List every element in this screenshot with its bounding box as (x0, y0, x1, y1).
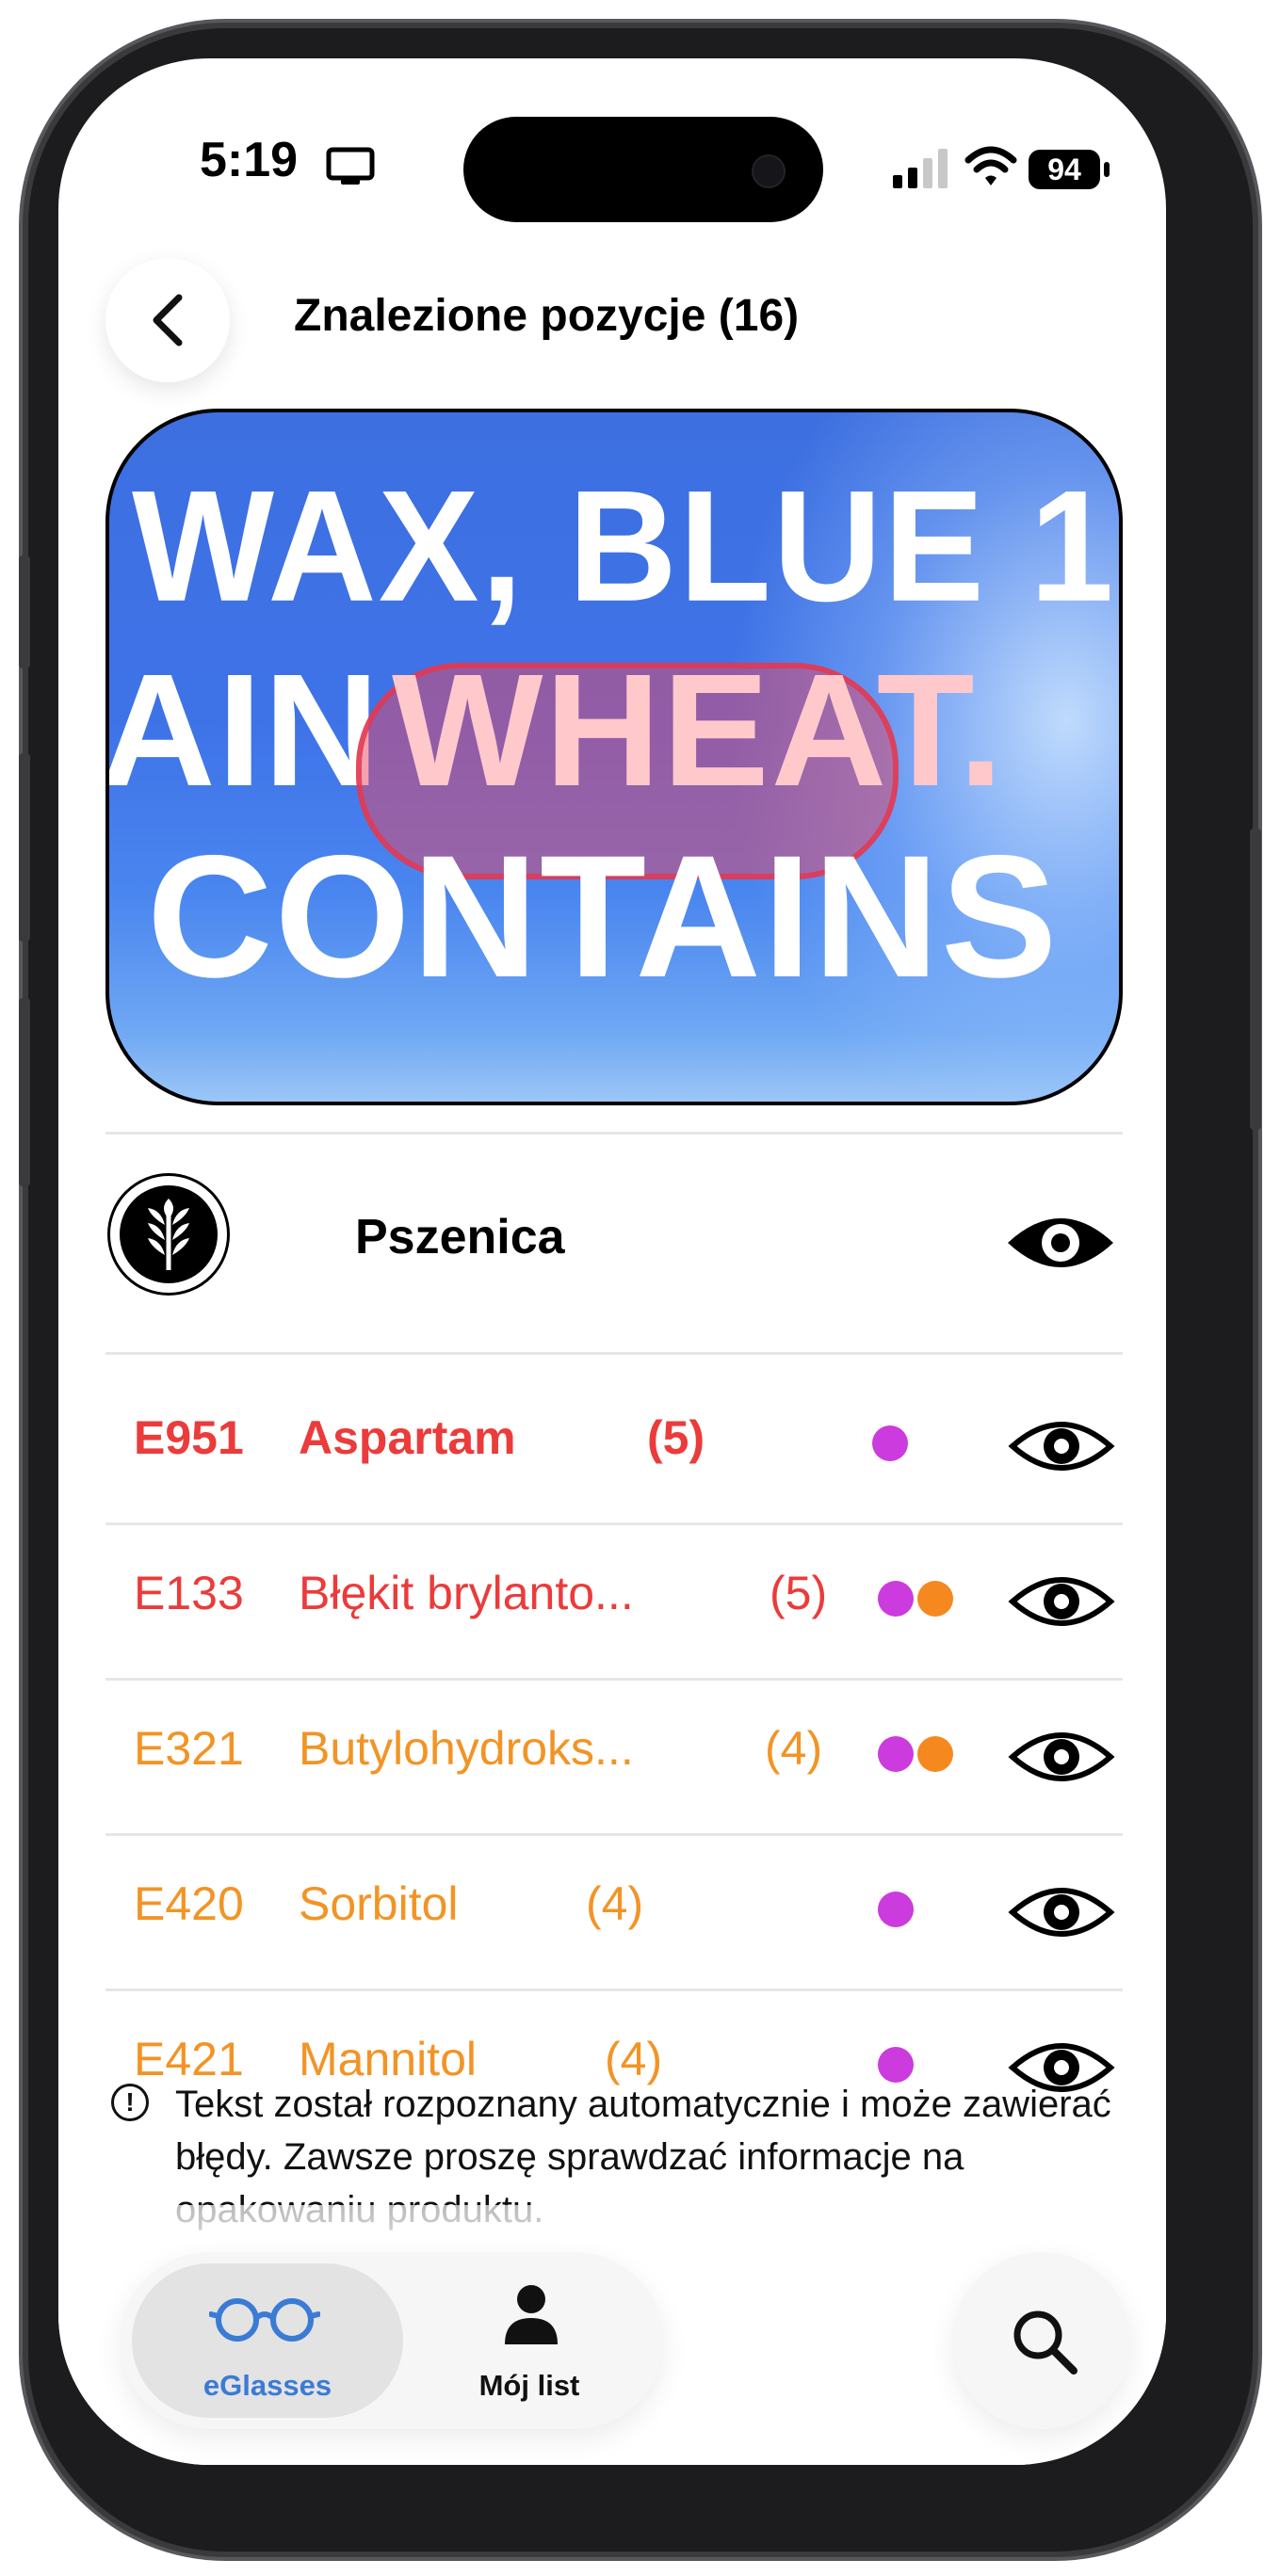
additive-name: Sorbitol (299, 1877, 459, 1930)
additive-name: Butylohydroks... (299, 1722, 634, 1775)
search-icon (1013, 2310, 1077, 2375)
divider (105, 1522, 1123, 1525)
divider (105, 1988, 1123, 1991)
additive-category-dot (878, 1892, 914, 1927)
status-bar: 5:19 94 (58, 58, 1166, 228)
eye-icon[interactable] (1008, 1412, 1115, 1480)
additive-code: E321 (134, 1722, 244, 1775)
tab-eglasses-label: eGlasses (203, 2369, 332, 2402)
status-time: 5:19 (200, 133, 299, 187)
app-screen: 5:19 94 Znalezione pozycje (16) WAX, BLU… (58, 58, 1166, 2465)
divider (105, 1678, 1123, 1681)
eye-icon[interactable] (1008, 1878, 1115, 1946)
glasses-icon (209, 2298, 320, 2342)
additive-category-dot (917, 1736, 953, 1772)
photo-highlighted-word: WHEAT. (392, 641, 1005, 820)
photo-text-line: WAX, BLUE 1 (132, 457, 1116, 635)
photo-text-line: AIN (105, 641, 381, 820)
eye-icon[interactable] (1008, 1723, 1115, 1791)
additive-count: (4) (765, 1722, 823, 1775)
divider (105, 1352, 1123, 1355)
cellular-signal-icon (893, 149, 948, 188)
page-title: Znalezione pozycje (16) (294, 291, 800, 341)
divider (105, 1833, 1123, 1836)
disclaimer: ! Tekst został rozpoznany automatycznie … (58, 2059, 1166, 2230)
dynamic-island (463, 117, 823, 222)
additive-code: E951 (134, 1411, 244, 1464)
screen-mirroring-icon (326, 147, 375, 185)
additive-category-dot (878, 1581, 914, 1617)
additive-code: E133 (134, 1567, 244, 1619)
volume-down-button (19, 998, 30, 1186)
additive-count: (5) (770, 1567, 828, 1619)
chevron-left-icon (153, 294, 183, 346)
back-button[interactable] (105, 258, 230, 382)
additive-category-dot (878, 1736, 914, 1772)
additive-category-dot (917, 1581, 953, 1617)
person-icon (505, 2285, 558, 2344)
allergen-name: Pszenica (355, 1210, 565, 1264)
power-button (1250, 829, 1261, 1130)
eye-icon[interactable] (1004, 1207, 1117, 1279)
wifi-icon (964, 146, 1017, 185)
action-button (19, 555, 30, 668)
additive-code: E420 (134, 1877, 244, 1930)
photo-text-line: CONTAINS (147, 820, 1060, 1014)
battery-tip (1104, 162, 1110, 177)
tab-my-list-label: Mój list (478, 2369, 580, 2402)
additive-count: (5) (647, 1411, 705, 1464)
search-button[interactable] (953, 2252, 1130, 2429)
eye-icon[interactable] (1008, 1568, 1115, 1635)
additive-name: Błękit brylanto... (299, 1567, 634, 1619)
divider (105, 1132, 1123, 1135)
info-icon: ! (111, 2084, 149, 2121)
additive-name: Aspartam (299, 1411, 516, 1464)
scanned-label-photo: WAX, BLUE 1 AIN WHEAT. CONTAINS (105, 409, 1123, 1105)
volume-up-button (19, 753, 30, 942)
camera-icon (752, 154, 786, 188)
wheat-icon (107, 1173, 230, 1296)
battery-indicator: 94 (1029, 150, 1100, 189)
additive-count: (4) (586, 1877, 644, 1930)
additive-category-dot (872, 1425, 908, 1461)
